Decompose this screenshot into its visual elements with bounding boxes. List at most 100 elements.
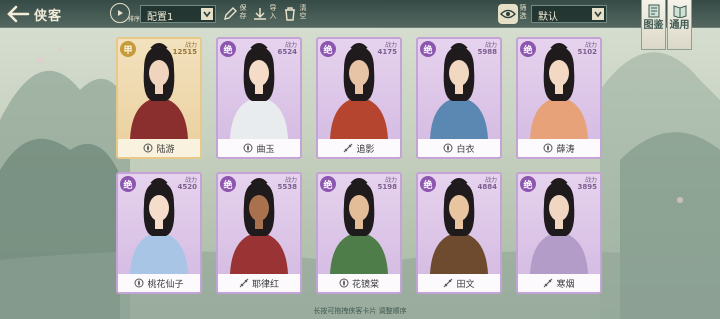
hero-name-bar: 曲玉 [218,139,300,157]
hero-card[interactable]: 绝 战力 5988 白衣 [416,37,502,159]
power-number: 5988 [477,48,497,56]
filter-label: 筛选 [519,4,527,20]
general-button[interactable]: 通用 [667,0,692,50]
general-label: 通用 [669,20,690,31]
hero-name: 曲玉 [256,144,275,155]
hero-name-bar: 追影 [318,139,400,157]
power-number: 4884 [477,183,497,191]
power-number: 5198 [377,183,397,191]
power-number: 4520 [177,183,197,191]
power-number: 3895 [577,183,597,191]
grade-badge: 绝 [420,176,436,192]
play-icon [118,10,123,16]
hero-card[interactable]: 甲 战力 12515 陆游 [116,37,202,159]
import-label: 导入 [269,4,277,20]
hero-card[interactable]: 绝 战力 5102 薛涛 [516,37,602,159]
power-value: 战力 3895 [578,177,597,191]
power-number: 5538 [277,183,297,191]
chevron-down-icon [201,8,213,20]
hero-card[interactable]: 绝 战力 5538 耶律红 [216,172,302,294]
hero-name: 陆游 [156,144,175,155]
codex-label: 图鉴 [643,20,664,31]
scroll-icon [648,4,659,18]
codex-button[interactable]: 图鉴 [641,0,666,50]
lotus-icon [134,278,144,288]
filter-select-value: 默认 [538,12,558,23]
blade-icon [544,278,553,288]
save-label: 保存 [239,4,247,20]
lotus-icon [443,143,453,153]
hero-card[interactable]: 绝 战力 5198 花镜棠 [316,172,402,294]
edit-icon [224,7,237,20]
config-select-value: 配置1 [147,12,174,23]
hero-card[interactable]: 绝 战力 3895 寒烟 [516,172,602,294]
power-value: 战力 6524 [278,42,297,56]
hero-name: 田文 [456,279,475,290]
hero-name-bar: 陆游 [118,139,200,157]
power-value: 战力 4520 [178,177,197,191]
filter-select[interactable]: 默认 [531,5,607,23]
hero-card[interactable]: 绝 战力 4884 田文 [416,172,502,294]
hero-name-bar: 花镜棠 [318,274,400,292]
power-value: 战力 5198 [378,177,397,191]
sort-button[interactable] [110,3,130,23]
power-value: 战力 12515 [173,42,197,56]
hero-card[interactable]: 绝 战力 4520 桃花仙子 [116,172,202,294]
hero-name-bar: 桃花仙子 [118,274,200,292]
import-button[interactable] [250,4,270,24]
grade-badge: 绝 [320,41,336,57]
power-number: 4175 [377,48,397,56]
clear-label: 清空 [299,4,307,20]
power-number: 6524 [277,48,297,56]
hero-card[interactable]: 绝 战力 4175 追影 [316,37,402,159]
hero-name-bar: 白衣 [418,139,500,157]
hero-name: 追影 [356,144,375,155]
hero-name: 耶律红 [251,279,279,290]
grade-badge: 绝 [520,41,536,57]
chevron-down-icon [592,8,604,20]
grade-badge: 绝 [420,41,436,57]
grade-badge: 绝 [220,176,236,192]
grade-badge: 绝 [120,176,136,192]
power-value: 战力 5988 [478,42,497,56]
hero-card[interactable]: 绝 战力 6524 曲玉 [216,37,302,159]
clear-button[interactable] [280,4,300,24]
power-number: 5102 [577,48,597,56]
book-icon [673,5,686,18]
lotus-icon [339,278,349,288]
hero-name-bar: 耶律红 [218,274,300,292]
power-number: 12515 [172,48,197,56]
hero-name: 桃花仙子 [147,279,184,290]
download-icon [254,8,266,20]
save-button[interactable] [220,4,240,24]
hero-name: 花镜棠 [351,279,379,290]
grade-badge: 绝 [520,176,536,192]
grade-badge: 甲 [120,41,136,57]
grade-badge: 绝 [320,176,336,192]
blade-icon [344,143,353,153]
filter-button[interactable] [498,4,518,24]
hero-name-bar: 寒烟 [518,274,600,292]
lotus-icon [543,143,553,153]
trash-icon [285,7,295,21]
lotus-icon [143,143,153,153]
config-select[interactable]: 配置1 [140,5,216,23]
lotus-icon [243,143,253,153]
blade-icon [239,278,249,288]
hero-name-bar: 田文 [418,274,500,292]
hero-name: 寒烟 [556,279,575,290]
back-button[interactable] [4,3,30,25]
hero-name: 薛涛 [556,144,575,155]
power-value: 战力 5102 [578,42,597,56]
hero-name: 白衣 [456,144,475,155]
hero-name-bar: 薛涛 [518,139,600,157]
sort-label: 排序 [128,16,141,23]
grade-badge: 绝 [220,41,236,57]
page-title: 侠客 [34,9,63,24]
eye-icon [500,9,516,19]
power-value: 战力 4884 [478,177,497,191]
power-value: 战力 4175 [378,42,397,56]
power-value: 战力 5538 [278,177,297,191]
drag-hint: 长按可拖拽侠客卡片 调整顺序 [313,307,407,315]
arrow-left-icon [7,5,30,23]
